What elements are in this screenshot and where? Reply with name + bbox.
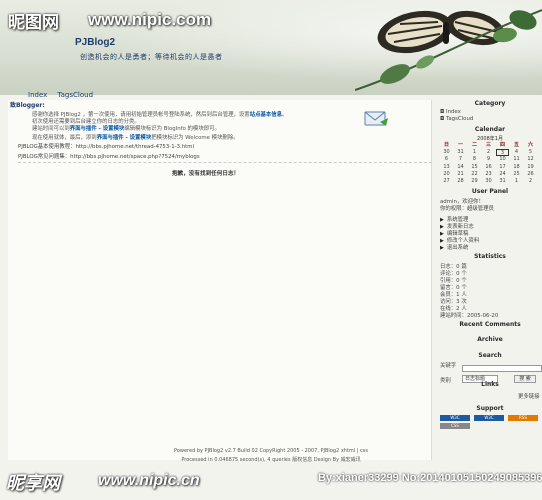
calendar-day[interactable]: 20 xyxy=(440,171,453,178)
calendar-caption: 2008年1月 xyxy=(477,136,503,142)
folder-icon: ◘ xyxy=(440,109,445,115)
module-settings-link[interactable]: 界面与插件 - 设置模块 xyxy=(70,126,125,132)
tutorial-link[interactable]: PJBLOG基本使用教程：http://bbs.pjhome.net/threa… xyxy=(18,142,194,150)
calendar-day[interactable]: 11 xyxy=(510,156,523,163)
calendar-weekday: 日 xyxy=(443,142,449,148)
leaves-image xyxy=(355,9,542,91)
calendar-day[interactable]: 3 xyxy=(496,149,509,157)
empty-notice: 抱歉，没有找到任何日志！ xyxy=(172,171,240,177)
calendar-day[interactable]: 17 xyxy=(496,164,509,171)
category-title: Category xyxy=(474,100,506,107)
arrow-icon: ▶ xyxy=(440,245,444,251)
calendar-day[interactable]: 31 xyxy=(454,149,467,156)
links-title: Links xyxy=(481,381,499,388)
calendar-day[interactable]: 16 xyxy=(482,164,495,171)
calendar-day[interactable]: 30 xyxy=(440,149,453,156)
calendar-weekday: 四 xyxy=(499,142,505,148)
calendar-day[interactable]: 22 xyxy=(468,171,481,178)
intro-line-3: 建站时间可以到界面与插件 - 设置模块编辑模块标识为 BlogInfo 的模块即… xyxy=(32,126,220,132)
calendar-day[interactable]: 12 xyxy=(524,156,537,163)
calendar-day[interactable]: 9 xyxy=(482,156,495,163)
calendar-day[interactable]: 10 xyxy=(496,156,509,163)
top-nav: Index TagsCloud xyxy=(28,91,101,99)
category-item-index[interactable]: ◘ Index xyxy=(440,109,461,115)
calendar-title: Calendar xyxy=(474,126,506,133)
calendar-day[interactable]: 31 xyxy=(496,178,509,185)
calendar-day[interactable]: 6 xyxy=(440,156,453,163)
intro-line-4: 现在使用就体，最后，添到界面与插件 - 设置模块把模块标识为 Welcome 模… xyxy=(32,135,239,141)
calendar-day[interactable]: 2 xyxy=(524,178,537,185)
calendar-day[interactable]: 1 xyxy=(468,149,481,156)
archive-title: Archive xyxy=(477,336,503,343)
calendar-weekday: 六 xyxy=(527,142,533,148)
module-settings-link-2[interactable]: 界面与插件 - 设置模块 xyxy=(97,135,152,141)
calendar-weekday: 一 xyxy=(457,142,463,148)
recent-comments-title: Recent Comments xyxy=(459,321,521,328)
calendar-day[interactable]: 28 xyxy=(454,178,467,185)
watermark-logo-top: 昵图网 xyxy=(8,13,59,33)
nav-item-index[interactable]: Index xyxy=(28,91,47,99)
blog-title[interactable]: PJBlog2 xyxy=(75,37,115,48)
watermark-id-bottom: By:xianer33299 No:20140105150249085396 xyxy=(318,472,542,484)
nav-item-tagscloud[interactable]: TagsCloud xyxy=(58,91,94,99)
calendar-day[interactable]: 4 xyxy=(510,149,523,156)
calendar-weekday: 三 xyxy=(485,142,491,148)
calendar-day[interactable]: 5 xyxy=(524,149,537,156)
user-menu-logout[interactable]: ▶ 退出系统 xyxy=(440,243,468,251)
w3c-xhtml-badge[interactable]: W3C xyxy=(440,415,470,421)
calendar-day[interactable]: 30 xyxy=(482,178,495,185)
support-title: Support xyxy=(476,405,504,412)
watermark-url-bottom: www.nipic.cn xyxy=(98,472,200,489)
calendar-day[interactable]: 18 xyxy=(510,164,523,171)
search-title: Search xyxy=(478,352,502,359)
blog-header: PJBlog2 创造机会的人是勇者；等待机会的人是愚者 xyxy=(0,0,542,95)
calendar-day[interactable]: 21 xyxy=(454,171,467,178)
divider xyxy=(18,162,432,163)
folder-icon: ◘ xyxy=(440,116,445,122)
calendar-weekday: 二 xyxy=(471,142,477,148)
user-role: 你的权限：超级管理员 xyxy=(440,206,494,212)
greeting-title: 致Blogger: xyxy=(10,102,45,109)
faq-link[interactable]: PJBLOG常见问题集：http://bbs.pjhome.net/space.… xyxy=(18,152,200,160)
calendar-day[interactable]: 2 xyxy=(482,149,495,156)
calendar-day[interactable]: 14 xyxy=(454,164,467,171)
search-input[interactable] xyxy=(462,365,542,372)
search-keyword-label: 关键字 xyxy=(440,363,457,369)
statistics-title: Statistics xyxy=(474,253,506,260)
css-badge[interactable]: CSS xyxy=(440,423,470,429)
calendar-day[interactable]: 23 xyxy=(482,171,495,178)
mail-icon xyxy=(364,111,388,126)
site-info-link[interactable]: 站点基本信息 xyxy=(250,112,282,118)
calendar-day[interactable]: 27 xyxy=(440,178,453,185)
calendar-day[interactable]: 19 xyxy=(524,164,537,171)
calendar-day[interactable]: 8 xyxy=(468,156,481,163)
calendar-day[interactable]: 29 xyxy=(468,178,481,185)
user-panel-title: User Panel xyxy=(471,188,509,195)
more-links[interactable]: 更多链接 xyxy=(518,392,540,400)
stat-founded: 建站时间：2005-06-20 xyxy=(440,313,499,319)
footer-copyright: Powered by PJBlog2 v2.7 Build 02 CopyRig… xyxy=(173,448,368,454)
rss-badge[interactable]: RSS xyxy=(508,415,538,421)
calendar-day[interactable]: 7 xyxy=(454,156,467,163)
watermark-logo-bottom: 昵享网 xyxy=(6,473,60,494)
calendar-day[interactable]: 1 xyxy=(510,178,523,185)
calendar-day[interactable]: 24 xyxy=(496,171,509,178)
calendar-day[interactable]: 13 xyxy=(440,164,453,171)
calendar-day[interactable]: 25 xyxy=(510,171,523,178)
calendar-grid: 日一二三四五六 30 31 1 2 3 4 5 6 7 8 9 10 11 12 13 14 15 16 17 18 19… xyxy=(438,142,542,187)
w3c-css-badge[interactable]: W3C xyxy=(474,415,504,421)
calendar-weekday: 五 xyxy=(513,142,519,148)
calendar-day[interactable]: 15 xyxy=(468,164,481,171)
calendar-day[interactable]: 26 xyxy=(524,171,537,178)
footer-processed: Processed in 0.046875 second(s), 4 queri… xyxy=(181,457,361,463)
page-footer: Powered by PJBlog2 v2.7 Build 02 CopyRig… xyxy=(0,448,542,465)
category-item-tagscloud[interactable]: ◘ TagsCloud xyxy=(440,116,473,122)
blog-subtitle: 创造机会的人是勇者；等待机会的人是愚者 xyxy=(80,53,223,61)
watermark-url-top: www.nipic.com xyxy=(88,10,212,29)
